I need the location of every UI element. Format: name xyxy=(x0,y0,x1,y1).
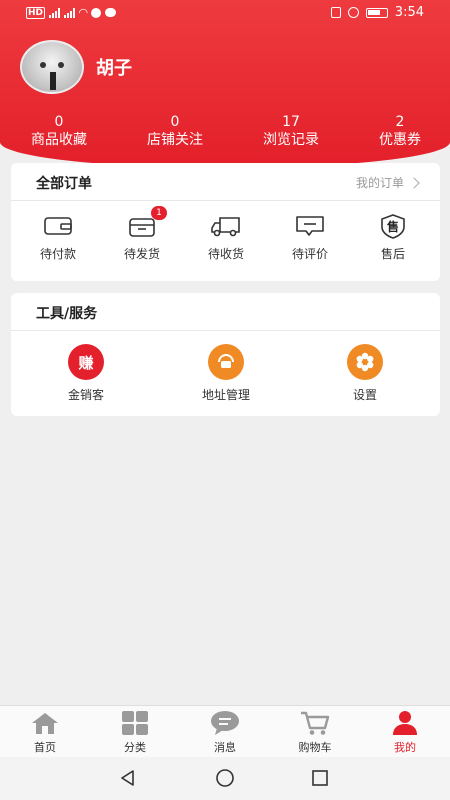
stat-label: 商品收藏 xyxy=(31,132,87,148)
shipment-badge: 1 xyxy=(151,206,167,220)
stat-value: 0 xyxy=(54,114,64,130)
order-after-sale[interactable]: 售 售后 xyxy=(358,213,428,262)
order-label: 待收货 xyxy=(207,247,244,261)
signal-icon xyxy=(49,7,61,18)
message-icon xyxy=(180,710,270,736)
alarm-icon xyxy=(347,7,359,18)
earn-icon: 赚 xyxy=(68,344,104,380)
signal-2-icon xyxy=(64,7,76,18)
stats-row: 0 商品收藏 0 店铺关注 17 浏览记录 2 优惠券 xyxy=(0,114,450,154)
truck-icon xyxy=(191,213,261,239)
tool-settings[interactable]: 设置 xyxy=(320,344,410,403)
stat-coupons[interactable]: 2 优惠券 xyxy=(355,114,445,150)
stat-value: 2 xyxy=(395,114,405,130)
tab-home[interactable]: 首页 xyxy=(0,710,90,755)
tab-label: 首页 xyxy=(34,741,56,754)
order-pending-review[interactable]: 待评价 xyxy=(275,213,345,262)
order-status-row: 待付款 1 待发货 待收货 待评价 售 售后 xyxy=(11,201,440,281)
stat-followed-shops[interactable]: 0 店铺关注 xyxy=(130,114,220,150)
my-orders-link[interactable]: 我的订单 xyxy=(355,174,420,191)
clock-time: 3:54 xyxy=(394,5,424,20)
orders-card-header: 全部订单 我的订单 xyxy=(11,163,440,201)
tool-label: 金销客 xyxy=(67,388,104,402)
system-navigation-bar xyxy=(0,757,450,800)
user-icon xyxy=(360,710,450,736)
settings-icon xyxy=(347,344,383,380)
chevron-right-icon xyxy=(408,176,420,189)
order-label: 待评价 xyxy=(291,247,328,261)
order-pending-receipt[interactable]: 待收货 xyxy=(191,213,261,262)
tab-messages[interactable]: 消息 xyxy=(180,710,270,755)
orders-title: 全部订单 xyxy=(36,176,92,192)
comment-icon xyxy=(275,213,345,239)
chat-notification-icon xyxy=(105,8,117,17)
box-icon: 1 xyxy=(107,206,177,239)
order-label: 待付款 xyxy=(39,247,76,261)
nfc-icon xyxy=(330,7,341,18)
order-label: 待发货 xyxy=(123,247,160,261)
earn-icon-text: 赚 xyxy=(78,353,94,372)
profile-summary[interactable]: 胡子 xyxy=(20,40,132,94)
battery-icon xyxy=(365,7,388,18)
stat-value: 17 xyxy=(282,114,300,130)
stat-label: 优惠券 xyxy=(379,132,421,148)
tab-mine[interactable]: 我的 xyxy=(360,710,450,755)
tab-label: 购物车 xyxy=(298,741,332,754)
order-label: 售后 xyxy=(380,247,405,261)
tools-card: 工具/服务 赚 金销客 地址管理 设置 xyxy=(11,293,440,416)
my-orders-label: 我的订单 xyxy=(355,176,404,190)
aftersale-icon-text: 售 xyxy=(386,220,400,234)
tool-jinxiaoke[interactable]: 赚 金销客 xyxy=(41,344,131,403)
status-bar: HD ◠ 3:54 xyxy=(0,0,450,26)
wallet-icon xyxy=(23,213,93,239)
tool-label: 地址管理 xyxy=(201,388,250,402)
stat-history[interactable]: 17 浏览记录 xyxy=(246,114,336,150)
back-icon[interactable] xyxy=(118,768,138,792)
tool-label: 设置 xyxy=(352,388,377,402)
cart-icon xyxy=(270,710,360,736)
orders-card: 全部订单 我的订单 待付款 1 待发货 待收货 待评价 售 售后 xyxy=(11,163,440,281)
category-icon xyxy=(90,710,180,736)
order-pending-payment[interactable]: 待付款 xyxy=(23,213,93,262)
tab-label: 分类 xyxy=(124,741,146,754)
hd-indicator: HD xyxy=(26,6,46,19)
stat-label: 浏览记录 xyxy=(263,132,319,148)
tab-label: 我的 xyxy=(394,741,416,754)
wifi-icon: ◠ xyxy=(79,6,88,19)
app-notification-icon xyxy=(91,7,102,18)
home-icon xyxy=(0,710,90,736)
stat-favorites[interactable]: 0 商品收藏 xyxy=(14,114,104,150)
tools-card-header: 工具/服务 xyxy=(11,293,440,331)
username: 胡子 xyxy=(96,58,132,79)
stat-value: 0 xyxy=(170,114,180,130)
tab-category[interactable]: 分类 xyxy=(90,710,180,755)
aftersale-icon: 售 xyxy=(358,213,428,239)
bottom-tab-bar: 首页 分类 消息 购物车 我的 xyxy=(0,705,450,757)
avatar[interactable] xyxy=(20,40,84,94)
tab-cart[interactable]: 购物车 xyxy=(270,710,360,755)
recents-icon[interactable] xyxy=(310,768,330,792)
tool-address-management[interactable]: 地址管理 xyxy=(181,344,271,403)
tools-title: 工具/服务 xyxy=(36,306,98,322)
tab-label: 消息 xyxy=(214,741,236,754)
stat-label: 店铺关注 xyxy=(147,132,203,148)
address-icon xyxy=(208,344,244,380)
home-circle-icon[interactable] xyxy=(214,768,236,792)
tools-row: 赚 金销客 地址管理 设置 xyxy=(11,331,440,416)
order-pending-shipment[interactable]: 1 待发货 xyxy=(107,206,177,262)
